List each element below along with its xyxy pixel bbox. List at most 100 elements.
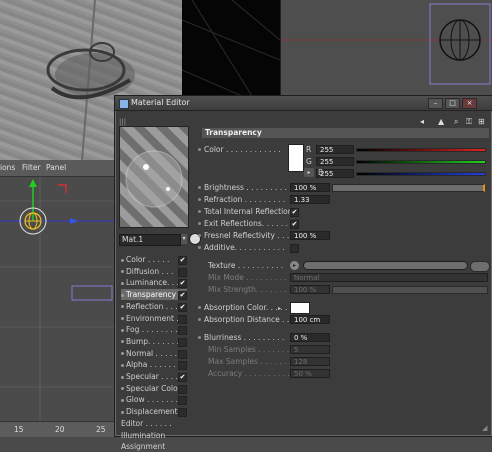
keyframe-dot-icon[interactable] [198,246,201,249]
new-panel-icon[interactable]: ⊞ [478,117,485,126]
expand-arrow-icon[interactable]: ▸ [278,303,281,314]
window-titlebar[interactable]: Material Editor – □ × [115,96,492,111]
keyframe-dot-icon[interactable] [198,306,201,309]
keyframe-dot-icon[interactable] [198,222,201,225]
channel-label: Alpha . . . . . . [126,360,176,370]
timeline-ruler[interactable]: 15 20 25 [0,421,114,437]
channel-item[interactable]: Diffusion . . . [121,266,187,277]
mix-strength-slider[interactable] [332,285,488,294]
exit-reflections-checkbox[interactable]: ✔ [290,220,299,229]
channel-checkbox[interactable]: ✔ [178,373,187,382]
channel-item[interactable]: Transparency ✔ [121,289,187,301]
color-mode-button[interactable]: ▸ [304,168,314,177]
keyframe-dot-icon[interactable] [198,318,201,321]
channel-item[interactable]: Displacement . [121,406,187,418]
window-title: Material Editor [131,98,190,107]
grip-icon[interactable]: ||| [119,118,126,126]
tir-checkbox[interactable]: ✔ [290,208,299,217]
channel-item[interactable]: Specular Color [121,383,187,394]
minimize-icon[interactable]: – [428,98,443,109]
min-samples-field[interactable]: 5 [290,345,330,354]
up-arrow-icon[interactable]: ▲ [438,117,444,126]
channel-checkbox[interactable] [178,384,187,394]
channel-checkbox[interactable]: ✔ [178,256,187,265]
red-label: R [306,145,312,154]
channel-checkbox[interactable]: ✔ [178,291,187,301]
brightness-row: Brightness . . . . . . . . . 100 % [198,182,488,193]
fresnel-field[interactable]: 100 % [290,231,330,240]
viewport-menu-filter[interactable]: Filter [22,163,41,172]
absorption-color-row: Absorption Color. . . . . ▸ [198,302,488,314]
channel-item[interactable]: Editor . . . . . . [121,418,187,429]
channel-dot-icon [121,317,124,320]
accuracy-field[interactable]: 50 % [290,369,330,378]
close-icon[interactable]: × [462,98,477,109]
viewport-menu-options[interactable]: ions [0,163,15,172]
dropdown-arrow-icon[interactable]: ▾ [181,234,187,244]
brightness-field[interactable]: 100 % [290,183,330,192]
keyframe-dot-icon[interactable] [198,210,201,213]
channel-label: Fog . . . . . . . . [126,325,178,335]
keyframe-dot-icon[interactable] [198,186,201,189]
green-slider[interactable] [356,160,486,164]
absorption-color-swatch[interactable] [290,302,310,314]
channel-checkbox[interactable] [178,314,187,324]
channel-checkbox[interactable] [178,326,187,336]
channel-item[interactable]: Normal . . . . . [121,348,187,359]
blue-slider[interactable] [356,172,486,176]
grid-lines [182,0,280,96]
resize-grip-icon[interactable]: ◢ [482,424,490,432]
texture-field[interactable] [303,261,468,270]
texture-browse-button[interactable] [470,261,490,272]
channel-checkbox[interactable] [178,408,187,418]
channel-checkbox[interactable]: ✔ [178,279,187,289]
pointer-icon[interactable]: ◂ [420,117,424,126]
red-value-field[interactable]: 255 [316,145,354,154]
channel-item[interactable]: Alpha . . . . . . [121,359,187,371]
viewport-menu-panel[interactable]: Panel [46,163,66,172]
channel-item[interactable]: Glow . . . . . . . [121,394,187,406]
channel-checkbox[interactable] [178,361,187,371]
texture-arrow-icon[interactable]: ▸ [290,261,299,270]
blurriness-field[interactable]: 0 % [290,333,330,342]
channel-item[interactable]: Illumination [121,430,187,441]
channel-item[interactable]: Luminance. . . ✔ [121,277,187,289]
material-preview[interactable] [119,126,189,228]
search-icon[interactable]: ⌕ [454,117,458,127]
channel-item[interactable]: Specular . . . . ✔ [121,371,187,382]
maximize-icon[interactable]: □ [445,98,460,109]
channel-item[interactable]: Color . . . . . ✔ [121,254,187,265]
channel-checkbox[interactable] [178,267,187,277]
channel-checkbox[interactable] [178,396,187,406]
channel-checkbox[interactable] [178,337,187,347]
brightness-slider[interactable] [332,183,485,192]
channel-item[interactable]: Assignment [121,441,187,452]
material-name-field[interactable]: Mat.1 [119,234,181,246]
keyframe-dot-icon[interactable] [198,336,201,339]
channel-label: Transparency [126,290,177,300]
refraction-field[interactable]: 1.33 [290,195,330,204]
channel-item[interactable]: Fog . . . . . . . . [121,324,187,336]
channel-item[interactable]: Environment . . [121,313,187,324]
additive-checkbox[interactable] [290,244,299,253]
keyframe-dot-icon[interactable] [198,234,201,237]
absorption-distance-field[interactable]: 100 cm [290,315,330,324]
green-value-field[interactable]: 255 [316,157,354,166]
perspective-viewport[interactable]: ions Filter Panel 15 20 25 [0,160,114,437]
channel-label: Luminance. . . [126,278,179,288]
top-viewport[interactable] [182,0,280,96]
color-swatch[interactable] [288,144,304,172]
keyframe-dot-icon[interactable] [198,148,201,151]
channel-item[interactable]: Bump. . . . . . . [121,336,187,347]
mix-mode-select[interactable]: Normal [290,273,488,282]
lock-icon[interactable]: ⚿ [466,117,472,127]
right-viewport[interactable] [280,0,492,96]
channel-checkbox[interactable] [178,349,187,359]
channel-item[interactable]: Reflection . . . ✔ [121,301,187,312]
keyframe-dot-icon[interactable] [198,198,201,201]
green-channel-row: G 255 [304,156,488,167]
mix-strength-field[interactable]: 100 % [290,285,330,294]
channel-checkbox[interactable]: ✔ [178,302,187,312]
max-samples-field[interactable]: 128 [290,357,330,366]
red-slider[interactable] [356,148,486,152]
